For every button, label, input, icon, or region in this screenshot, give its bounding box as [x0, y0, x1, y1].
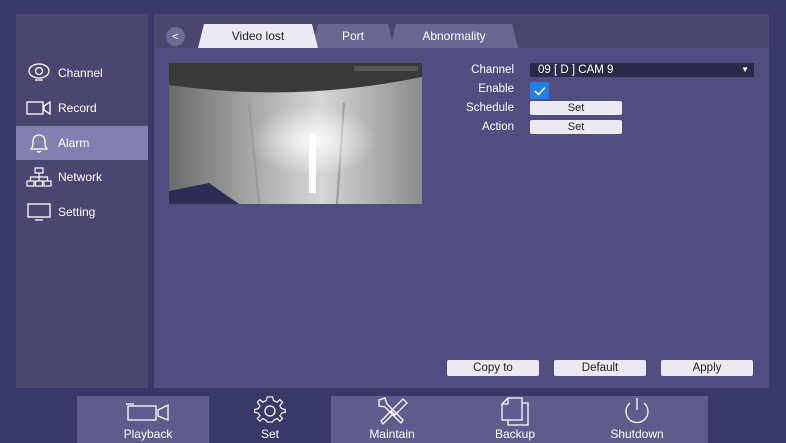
schedule-label: Schedule [466, 102, 514, 114]
tab-bar: < Abnormality Port Video lost [154, 14, 769, 48]
enable-label: Enable [478, 83, 514, 95]
alarm-panel: < Abnormality Port Video lost Channel 09… [154, 14, 769, 388]
bell-icon [26, 133, 52, 153]
toolbar-label: Backup [494, 427, 536, 441]
copy-to-button[interactable]: Copy to [447, 360, 539, 376]
toolbar-label: Maintain [369, 427, 415, 441]
channel-label: Channel [471, 64, 514, 76]
action-set-button[interactable]: Set [530, 120, 622, 134]
video-camera-icon [26, 98, 52, 118]
main-toolbar: Playback Set Maintain Backup Shutdown [77, 396, 708, 443]
gear-icon [251, 396, 289, 426]
sidebar: Channel Record Alarm Network Setting [16, 14, 148, 388]
toolbar-backup[interactable]: Backup [454, 396, 576, 443]
action-label: Action [482, 121, 514, 133]
sidebar-item-label: Setting [58, 205, 96, 219]
tab-abnormality[interactable]: Abnormality [390, 24, 518, 48]
monitor-icon [26, 202, 52, 222]
channel-value: 09 [ D ] CAM 9 [538, 64, 614, 76]
toolbar-set[interactable]: Set [209, 396, 331, 443]
sidebar-item-label: Network [58, 170, 103, 184]
sidebar-item-alarm[interactable]: Alarm [16, 126, 148, 160]
toolbar-label: Playback [123, 427, 173, 441]
sidebar-item-record[interactable]: Record [16, 91, 148, 125]
toolbar-label: Shutdown [610, 427, 664, 441]
toolbar-shutdown[interactable]: Shutdown [576, 396, 698, 443]
camcorder-icon [124, 396, 172, 426]
schedule-set-button[interactable]: Set [530, 101, 622, 115]
tab-port[interactable]: Port [312, 24, 394, 48]
apply-button[interactable]: Apply [661, 360, 753, 376]
toolbar-maintain[interactable]: Maintain [331, 396, 453, 443]
sidebar-item-label: Alarm [58, 136, 90, 150]
sidebar-item-label: Record [58, 101, 97, 115]
default-button[interactable]: Default [554, 360, 646, 376]
sidebar-item-label: Channel [58, 66, 103, 80]
enable-checkbox[interactable] [530, 82, 549, 99]
copy-icon [498, 396, 532, 426]
sidebar-item-channel[interactable]: Channel [16, 56, 148, 90]
camera-preview [169, 63, 422, 204]
webcam-icon [26, 63, 52, 83]
power-icon [620, 396, 654, 426]
sidebar-item-network[interactable]: Network [16, 160, 148, 194]
sidebar-item-setting[interactable]: Setting [16, 195, 148, 229]
toolbar-label: Set [260, 427, 279, 441]
tools-icon [373, 396, 411, 426]
network-icon [26, 167, 52, 187]
checkmark-icon [533, 86, 546, 96]
channel-select[interactable]: 09 [ D ] CAM 9 ▼ [530, 63, 754, 77]
back-button[interactable]: < [166, 27, 185, 46]
toolbar-playback[interactable]: Playback [87, 396, 209, 443]
caret-down-icon: ▼ [741, 65, 749, 74]
tab-video-lost[interactable]: Video lost [198, 24, 318, 48]
